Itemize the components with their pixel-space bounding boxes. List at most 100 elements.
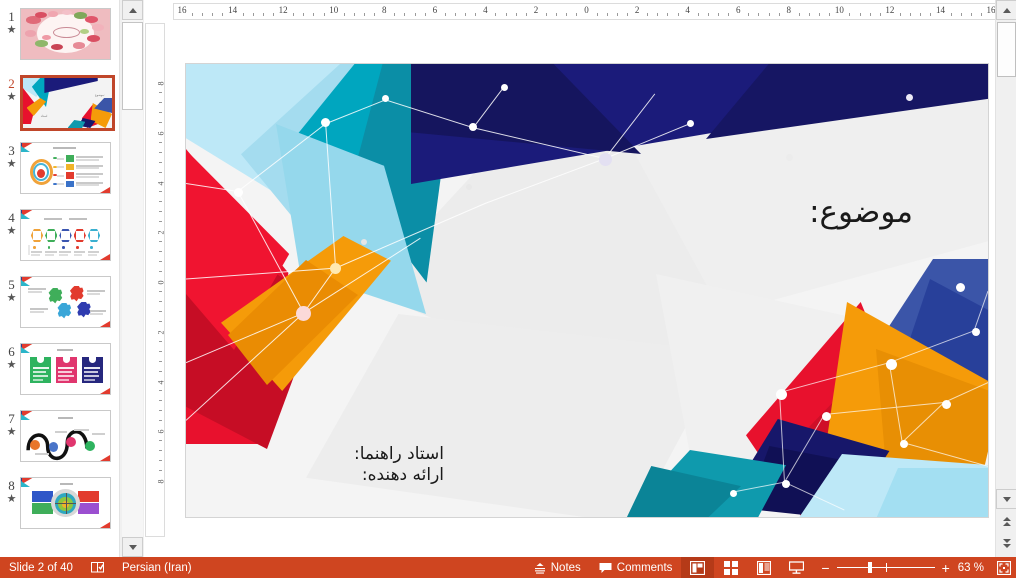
next-slide-button[interactable] xyxy=(996,533,1016,553)
ruler-label: 6 xyxy=(432,5,438,15)
slide-thumbnail-item-8[interactable]: 8 ★ xyxy=(0,477,119,544)
ruler-label: 10 xyxy=(329,5,339,15)
slide-thumbnail-item-3[interactable]: 3 ★ xyxy=(0,142,119,209)
ruler-tick xyxy=(707,13,709,16)
slide-subtitle-block[interactable]: استاد راهنما: ارائه دهنده: xyxy=(354,444,444,486)
canvas-scroll-thumb[interactable] xyxy=(997,22,1016,77)
animation-star-icon[interactable]: ★ xyxy=(7,359,17,371)
mini-slide-art: موضوع: استاد xyxy=(23,78,112,128)
slide-thumbnail-item-7[interactable]: 7 ★ xyxy=(0,410,119,477)
mini-shape xyxy=(58,379,70,381)
ruler-tick xyxy=(353,13,355,16)
ruler-tick xyxy=(159,300,162,302)
zoom-slider-handle[interactable] xyxy=(867,562,872,573)
node-dot xyxy=(687,120,694,127)
normal-view-button[interactable] xyxy=(681,557,715,578)
fit-to-window-button[interactable] xyxy=(992,560,1016,575)
node-dot xyxy=(900,440,908,448)
comments-button[interactable]: Comments xyxy=(590,557,682,578)
slide-thumbnail-item-6[interactable]: 6 ★ xyxy=(0,343,119,410)
slide-thumbnail-item-4[interactable]: 4 ★ xyxy=(0,209,119,276)
mini-shape xyxy=(86,290,105,292)
thumbnail-preview[interactable] xyxy=(20,209,111,261)
mini-shape xyxy=(56,174,64,177)
slide-show-icon xyxy=(789,560,805,575)
node-dot xyxy=(321,118,330,127)
slide-thumbnail-panel[interactable]: 1 ★ 2 ★ موضوع: استاد 3 ★ 4 ★ 5 ★ 6 ★ 7 ★ 8 ★ xyxy=(0,0,119,557)
ruler-tick xyxy=(159,460,162,462)
ruler-tick xyxy=(159,440,162,442)
slide-thumbnail-item-2[interactable]: 2 ★ موضوع: استاد xyxy=(0,75,119,142)
fit-to-window-icon xyxy=(997,560,1011,575)
ruler-label: 14 xyxy=(935,5,945,15)
animation-star-icon[interactable]: ★ xyxy=(7,91,17,103)
thumbnail-scroll-down-button[interactable] xyxy=(122,537,143,557)
mini-shape xyxy=(76,167,100,169)
animation-star-icon[interactable]: ★ xyxy=(7,158,17,170)
slide-edit-canvas[interactable]: موضوع: استاد راهنما: ارائه دهنده: xyxy=(166,23,995,537)
current-slide[interactable]: موضوع: استاد راهنما: ارائه دهنده: xyxy=(185,63,989,518)
language-indicator[interactable]: Persian (Iran) xyxy=(113,557,201,578)
canvas-scroll-down-button[interactable] xyxy=(996,489,1016,509)
notes-button[interactable]: Notes xyxy=(525,557,590,578)
ruler-tick xyxy=(212,13,214,16)
slide-title[interactable]: موضوع: xyxy=(809,194,913,230)
animation-star-icon[interactable]: ★ xyxy=(7,225,17,237)
mini-shape xyxy=(44,78,98,93)
mini-shape xyxy=(45,251,57,253)
chevron-up-icon xyxy=(1002,7,1011,13)
thumbnail-scroll-up-button[interactable] xyxy=(122,0,143,20)
thumbnail-meta: 1 ★ xyxy=(0,8,20,36)
thumbnail-scrollbar[interactable] xyxy=(119,0,144,557)
ruler-tick xyxy=(444,13,446,16)
zoom-slider[interactable] xyxy=(836,562,935,573)
slide-sorter-button[interactable] xyxy=(714,557,747,578)
canvas-scrollbar[interactable] xyxy=(995,0,1016,557)
mini-shape xyxy=(32,379,44,381)
slide-counter[interactable]: Slide 2 of 40 xyxy=(0,557,82,578)
animation-star-icon[interactable]: ★ xyxy=(7,24,17,36)
ruler-tick xyxy=(159,420,162,422)
thumbnail-preview[interactable] xyxy=(20,410,111,462)
double-chevron-up-icon xyxy=(1002,516,1011,526)
comment-icon xyxy=(599,562,612,574)
mini-shape xyxy=(90,313,103,315)
slide-show-button[interactable] xyxy=(780,557,813,578)
accessibility-check-button[interactable] xyxy=(82,557,113,578)
ruler-tick xyxy=(960,13,962,16)
thumbnail-preview[interactable] xyxy=(20,142,111,194)
thumbnail-scroll-thumb[interactable] xyxy=(122,22,143,110)
thumbnail-meta: 6 ★ xyxy=(0,343,20,371)
ruler-label: 4 xyxy=(156,380,166,384)
node-dot xyxy=(599,153,612,166)
zoom-percentage-label[interactable]: 63 % xyxy=(958,562,992,574)
canvas-scroll-up-button[interactable] xyxy=(996,0,1016,20)
mini-shape xyxy=(32,375,48,377)
node-dot xyxy=(782,480,790,488)
ruler-label: 2 xyxy=(533,5,539,15)
slide-thumbnail-item-1[interactable]: 1 ★ xyxy=(0,8,119,75)
slide-thumbnail-item-5[interactable]: 5 ★ xyxy=(0,276,119,343)
ruler-tick xyxy=(159,201,162,203)
mini-shape xyxy=(54,503,77,504)
ruler-tick xyxy=(159,320,162,322)
mini-shape xyxy=(100,254,110,260)
thumbnail-preview[interactable] xyxy=(20,276,111,328)
animation-star-icon[interactable]: ★ xyxy=(7,292,17,304)
thumbnail-preview[interactable] xyxy=(20,343,111,395)
previous-slide-button[interactable] xyxy=(996,511,1016,531)
thumbnail-preview[interactable] xyxy=(20,477,111,529)
thumbnail-number: 1 xyxy=(8,9,15,24)
zoom-in-button[interactable]: + xyxy=(942,561,950,575)
animation-star-icon[interactable]: ★ xyxy=(7,493,17,505)
animation-star-icon[interactable]: ★ xyxy=(7,426,17,438)
zoom-out-button[interactable]: − xyxy=(821,561,829,575)
ruler-tick xyxy=(159,241,162,243)
zoom-control[interactable]: − + xyxy=(813,561,957,575)
thumbnail-preview[interactable]: موضوع: استاد xyxy=(20,75,115,131)
thumbnail-preview[interactable] xyxy=(20,8,111,60)
ruler-tick xyxy=(159,310,162,312)
mini-shape xyxy=(72,42,86,49)
reading-view-button[interactable] xyxy=(747,557,780,578)
slide-subtitle-line-2: ارائه دهنده: xyxy=(361,465,445,485)
